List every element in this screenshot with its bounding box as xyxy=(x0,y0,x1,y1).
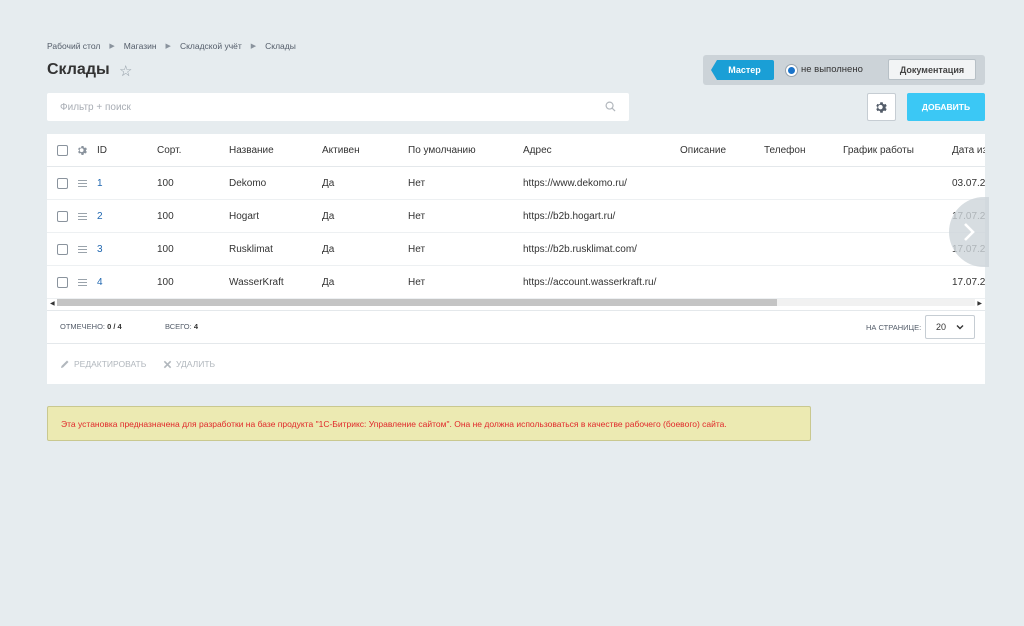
select-all-checkbox[interactable] xyxy=(57,145,68,156)
per-page-value: 20 xyxy=(936,322,947,332)
divider xyxy=(47,343,985,344)
breadcrumb-item[interactable]: Рабочий стол xyxy=(47,41,100,51)
search-icon[interactable] xyxy=(605,101,616,112)
edit-action-label: РЕДАКТИРОВАТЬ xyxy=(74,359,147,369)
row-id[interactable]: 2 xyxy=(97,200,103,232)
settings-button[interactable] xyxy=(867,93,896,121)
breadcrumb-item[interactable]: Магазин xyxy=(124,41,157,51)
row-default: Нет xyxy=(408,177,426,189)
chevron-right-icon xyxy=(964,223,975,241)
delete-action-label: УДАЛИТЬ xyxy=(176,359,216,369)
filter-bar xyxy=(47,93,629,121)
column-header-schedule[interactable]: График работы xyxy=(843,134,914,166)
row-name: Rusklimat xyxy=(229,243,273,255)
row-checkbox[interactable] xyxy=(57,244,68,255)
add-button[interactable]: ДОБАВИТЬ xyxy=(907,93,985,121)
column-header-id[interactable]: ID xyxy=(97,134,107,166)
table-header: ID Сорт. Название Активен По умолчанию А… xyxy=(47,134,985,167)
close-icon xyxy=(163,360,172,368)
breadcrumb-item[interactable]: Склады xyxy=(265,41,296,51)
horizontal-scrollbar[interactable] xyxy=(57,299,975,306)
data-grid: ID Сорт. Название Активен По умолчанию А… xyxy=(47,134,985,384)
row-address: https://b2b.hogart.ru/ xyxy=(523,210,616,222)
page-title: Склады xyxy=(47,61,110,78)
selected-label: ОТМЕЧЕНО: xyxy=(60,322,105,331)
license-warning: Эта установка предназначена для разработ… xyxy=(47,406,811,441)
column-header-sort[interactable]: Сорт. xyxy=(157,134,181,166)
column-header-default[interactable]: По умолчанию xyxy=(408,134,476,166)
row-active: Да xyxy=(322,243,335,255)
per-page-select[interactable]: 20 xyxy=(925,315,975,339)
row-active: Да xyxy=(322,177,335,189)
table-row[interactable]: 1 100 Dekomo Да Нет https://www.dekomo.r… xyxy=(47,167,985,200)
star-icon[interactable]: ☆ xyxy=(119,62,132,80)
table-row[interactable]: 4 100 WasserKraft Да Нет https://account… xyxy=(47,266,985,299)
selected-counter: ОТМЕЧЕНО: 0 / 4 xyxy=(60,322,122,331)
drag-handle-icon[interactable] xyxy=(78,246,87,253)
row-name: Hogart xyxy=(229,210,260,222)
master-button[interactable]: Мастер xyxy=(711,60,774,80)
filter-search-input[interactable] xyxy=(47,93,629,121)
column-header-phone[interactable]: Телефон xyxy=(764,134,805,166)
row-sort: 100 xyxy=(157,243,174,255)
gear-icon xyxy=(876,101,887,113)
scroll-right-arrow-icon[interactable]: ▶ xyxy=(977,300,982,307)
scroll-left-arrow-icon[interactable]: ◀ xyxy=(50,300,55,307)
column-header-description[interactable]: Описание xyxy=(680,134,726,166)
row-id[interactable]: 1 xyxy=(97,167,103,199)
pencil-icon xyxy=(61,360,69,368)
row-sort: 100 xyxy=(157,210,174,222)
row-id[interactable]: 3 xyxy=(97,233,103,265)
documentation-button[interactable]: Документация xyxy=(888,59,976,80)
row-date: 17.07.2 xyxy=(952,276,985,288)
table-row[interactable]: 2 100 Hogart Да Нет https://b2b.hogart.r… xyxy=(47,200,985,233)
divider xyxy=(47,310,985,311)
row-active: Да xyxy=(322,210,335,222)
row-address: https://b2b.rusklimat.com/ xyxy=(523,243,637,255)
master-status: не выполнено xyxy=(801,64,863,75)
per-page-label: НА СТРАНИЦЕ: xyxy=(866,323,922,332)
column-header-address[interactable]: Адрес xyxy=(523,134,552,166)
breadcrumb: Рабочий стол ▶ Магазин ▶ Складской учёт … xyxy=(47,41,296,51)
chevron-down-icon xyxy=(956,325,964,330)
row-name: Dekomo xyxy=(229,177,267,189)
total-label: ВСЕГО: xyxy=(165,322,192,331)
row-default: Нет xyxy=(408,210,426,222)
row-sort: 100 xyxy=(157,276,174,288)
row-address: https://www.dekomo.ru/ xyxy=(523,177,627,189)
breadcrumb-item[interactable]: Складской учёт xyxy=(180,41,242,51)
delete-action-button[interactable]: УДАЛИТЬ xyxy=(163,359,215,369)
chevron-right-icon: ▶ xyxy=(250,43,257,50)
total-value: 4 xyxy=(193,322,198,331)
row-checkbox[interactable] xyxy=(57,277,68,288)
drag-handle-icon[interactable] xyxy=(78,180,87,187)
selected-value: 0 / 4 xyxy=(107,322,122,331)
chevron-right-icon: ▶ xyxy=(165,43,171,50)
status-dot-icon xyxy=(786,65,797,76)
row-default: Нет xyxy=(408,243,426,255)
row-default: Нет xyxy=(408,276,426,288)
row-date: 03.07.2 xyxy=(952,177,985,189)
table-row[interactable]: 3 100 Rusklimat Да Нет https://b2b.ruskl… xyxy=(47,233,985,266)
master-panel: Мастер не выполнено Документация xyxy=(703,55,985,85)
row-checkbox[interactable] xyxy=(57,178,68,189)
row-id[interactable]: 4 xyxy=(97,266,103,298)
column-settings-gear-icon[interactable] xyxy=(77,145,88,156)
edit-action-button[interactable]: РЕДАКТИРОВАТЬ xyxy=(60,359,146,369)
scrollbar-thumb[interactable] xyxy=(57,299,777,306)
row-active: Да xyxy=(322,276,335,288)
total-counter: ВСЕГО: 4 xyxy=(165,322,198,331)
drag-handle-icon[interactable] xyxy=(78,279,87,286)
column-header-date[interactable]: Дата из xyxy=(952,134,985,166)
row-address: https://account.wasserkraft.ru/ xyxy=(523,276,657,288)
drag-handle-icon[interactable] xyxy=(78,213,87,220)
column-header-name[interactable]: Название xyxy=(229,134,274,166)
column-header-active[interactable]: Активен xyxy=(322,134,360,166)
row-checkbox[interactable] xyxy=(57,211,68,222)
chevron-right-icon: ▶ xyxy=(109,43,115,50)
row-sort: 100 xyxy=(157,177,174,189)
row-name: WasserKraft xyxy=(229,276,284,288)
